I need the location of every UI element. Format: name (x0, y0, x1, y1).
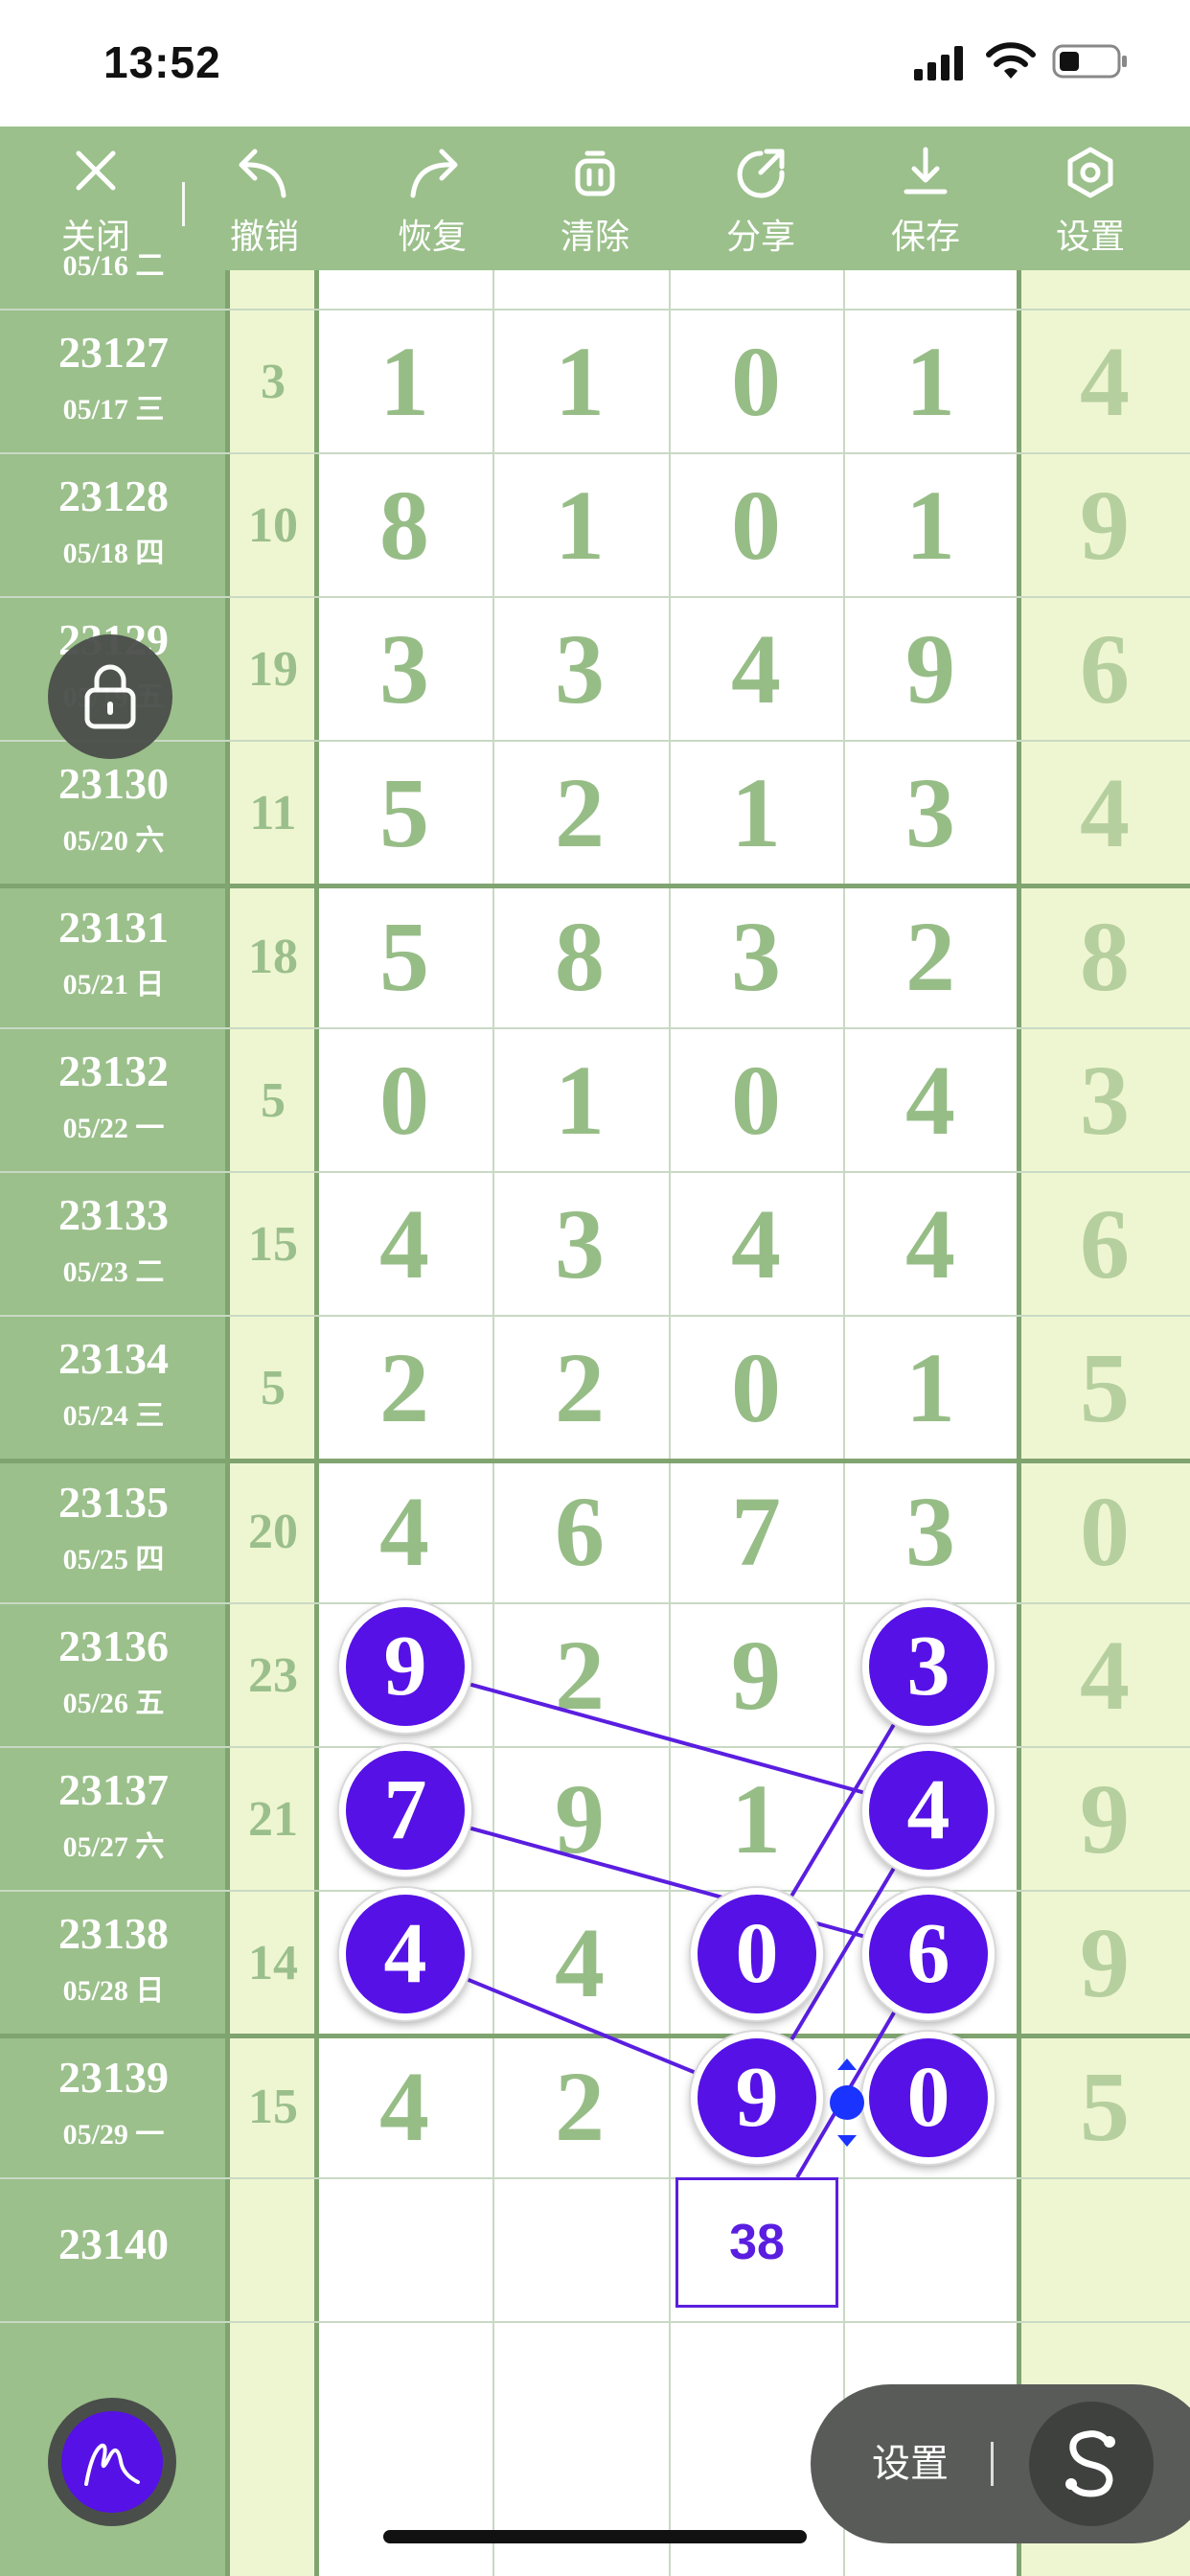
s-logo-button[interactable] (1029, 2402, 1154, 2526)
floating-settings-label[interactable]: 设置 (872, 2384, 949, 2543)
trend-chart-grid[interactable]: 05/16 二 23127 05/17 三 3 1 1 0 1 4 23128 … (0, 250, 1190, 2576)
highlight-ball[interactable]: 0 (862, 2032, 995, 2164)
battery-icon (1052, 44, 1127, 79)
connection-line (404, 1808, 929, 1956)
highlight-ball[interactable]: 4 (862, 1744, 995, 1876)
highlight-ball[interactable]: 9 (339, 1600, 471, 1733)
floating-settings-pill[interactable]: 设置 (811, 2384, 1190, 2543)
cellular-signal-icon (914, 46, 963, 80)
drag-handle-arrows-icon[interactable] (830, 2057, 864, 2149)
status-time: 13:52 (103, 37, 221, 87)
draw-pen-button[interactable] (48, 2398, 176, 2526)
highlight-ball[interactable]: 0 (691, 1888, 823, 2020)
highlight-ball[interactable]: 9 (691, 2032, 823, 2164)
highlight-ball[interactable]: 6 (862, 1888, 995, 2020)
wifi-icon (986, 42, 1036, 79)
highlight-ball[interactable]: 4 (339, 1888, 471, 2020)
handwriting-icon (84, 2443, 140, 2486)
connection-lines (404, 1665, 930, 2179)
lock-button[interactable] (48, 634, 172, 759)
highlight-ball[interactable]: 3 (862, 1600, 995, 1733)
highlight-ball[interactable]: 7 (339, 1744, 471, 1876)
pen-button-face (61, 2411, 163, 2513)
home-indicator[interactable] (383, 2530, 807, 2543)
connection-line (404, 1665, 929, 1812)
annotation-sum-box[interactable]: 38 (675, 2177, 838, 2308)
status-bar: 13:52 (0, 0, 1190, 126)
s-logo-icon (1065, 2430, 1115, 2497)
lock-icon (84, 664, 136, 729)
pill-divider (991, 2442, 994, 2486)
